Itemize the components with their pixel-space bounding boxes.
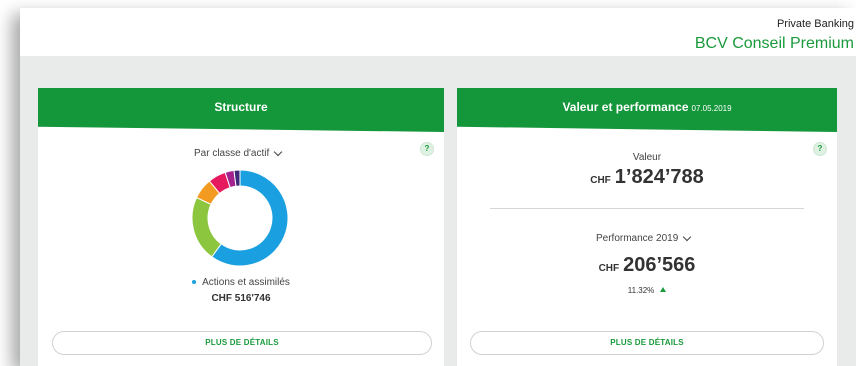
performance-currency: CHF: [598, 263, 620, 274]
app-window: Private Banking BCV Conseil Premium Stru…: [20, 8, 856, 366]
structure-details-button[interactable]: PLUS DE DÉTAILS: [52, 331, 432, 355]
asset-class-dropdown-label: Par classe d'actif: [194, 148, 270, 159]
value-card-date: 07.05.2019: [691, 104, 732, 113]
brand-title: BCV Conseil Premium: [694, 35, 854, 52]
value-card-title-text: Valeur et performance: [562, 100, 689, 114]
arrow-up-icon: [660, 287, 667, 292]
value-card-title: Valeur et performance 07.05.2019: [457, 88, 837, 128]
value-performance-card: Valeur et performance 07.05.2019 ? Valeur…: [457, 88, 837, 366]
legend-label: Actions et assimilés: [202, 277, 290, 288]
structure-card-title: Structure: [214, 100, 268, 114]
performance-value: CHF 206’566: [457, 254, 837, 277]
legend-amount: CHF 516'746: [211, 293, 271, 304]
performance-amount: 206’566: [623, 254, 696, 276]
performance-percent: 11.32%: [457, 286, 837, 295]
performance-period-label: Performance 2019: [596, 233, 679, 244]
allocation-donut-chart[interactable]: [190, 168, 290, 268]
structure-card: Structure ? Par classe d'actif Actions e…: [38, 88, 444, 366]
donut-legend-item: Actions et assimilés: [38, 277, 444, 288]
donut-segment-1[interactable]: [191, 196, 222, 258]
brand-subtitle: Private Banking: [776, 18, 854, 30]
performance-period-dropdown[interactable]: Performance 2019: [596, 232, 692, 244]
value-card-header: Valeur et performance 07.05.2019: [457, 88, 837, 132]
top-bar: Private Banking BCV Conseil Premium: [20, 8, 856, 56]
structure-card-header: Structure: [38, 88, 444, 132]
legend-dot-icon: [192, 280, 197, 285]
donut-svg: [191, 169, 289, 267]
asset-class-dropdown[interactable]: Par classe d'actif: [194, 147, 283, 159]
value-amount: 1’824’788: [614, 166, 704, 188]
value-details-button[interactable]: PLUS DE DÉTAILS: [470, 331, 824, 355]
value-label: Valeur: [632, 152, 662, 163]
performance-percent-value: 11.32%: [627, 286, 655, 295]
chevron-down-icon: [274, 147, 283, 157]
portfolio-value: CHF 1’824’788: [457, 166, 837, 189]
chevron-down-icon: [683, 232, 692, 242]
divider: [490, 208, 804, 209]
value-currency: CHF: [590, 175, 611, 186]
help-icon[interactable]: ?: [420, 142, 434, 156]
